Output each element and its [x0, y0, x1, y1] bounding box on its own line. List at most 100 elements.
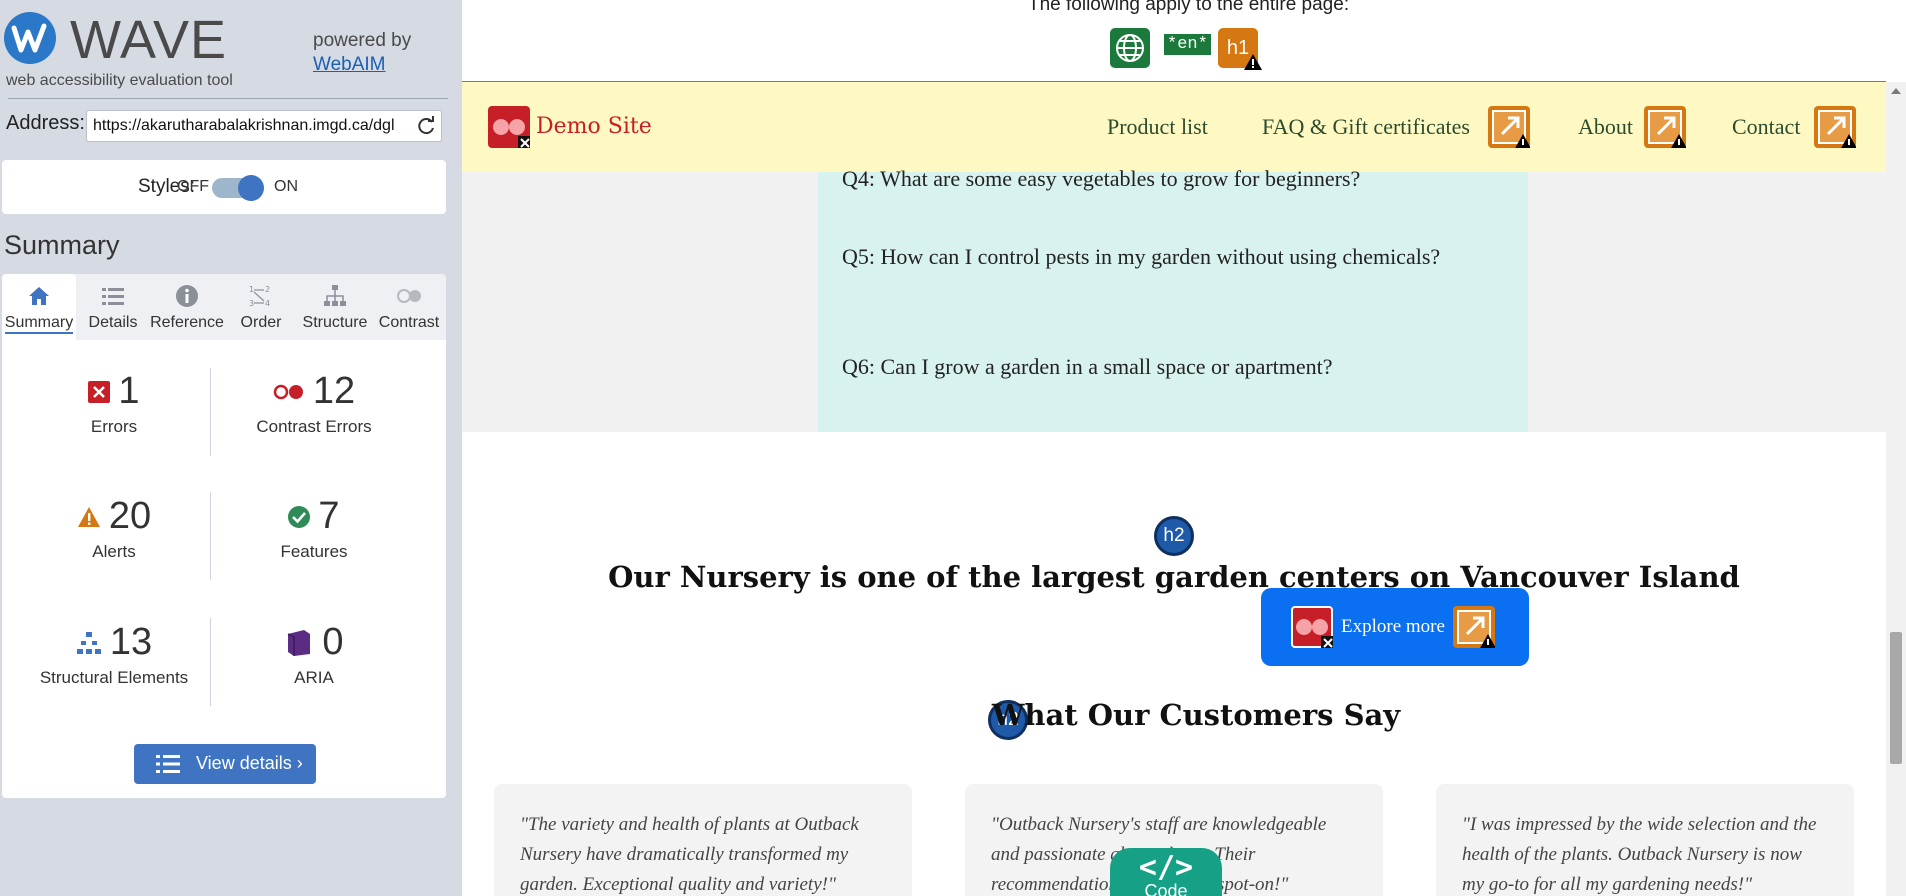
language-badge[interactable]: *en*	[1164, 34, 1211, 55]
language-globe-icon[interactable]	[1110, 28, 1150, 68]
code-label: Code	[1144, 881, 1188, 896]
explore-more-button[interactable]: Explore more	[1261, 588, 1529, 666]
faq-section: Q4: What are some easy vegetables to gro…	[462, 166, 1886, 432]
header-divider	[8, 98, 448, 99]
tab-contrast[interactable]: Contrast	[372, 274, 446, 340]
error-icon	[88, 380, 111, 403]
wave-logo-icon	[4, 12, 56, 64]
list-icon	[156, 755, 180, 773]
structural-count: 13	[109, 621, 153, 663]
styles-on-label: ON	[274, 178, 298, 195]
tab-reference[interactable]: Reference	[150, 274, 224, 340]
error-flag-icon[interactable]	[1291, 606, 1333, 648]
tab-label: Details	[88, 314, 138, 331]
explore-more-label: Explore more	[1341, 616, 1445, 637]
page-level-icons-strip: The following apply to the entire page: …	[462, 0, 1886, 82]
tab-structure[interactable]: Structure	[298, 274, 372, 340]
h1-alert-icon[interactable]: h1	[1218, 28, 1262, 70]
contrast-errors-count: 12	[312, 370, 356, 412]
nav-faq[interactable]: FAQ & Gift certificates	[1262, 114, 1470, 140]
styles-off-label: OFF	[177, 178, 209, 195]
h2-structure-icon[interactable]: h2	[1154, 516, 1194, 556]
feature-check-icon	[288, 505, 311, 528]
reload-icon[interactable]	[414, 114, 438, 138]
list-icon	[102, 288, 124, 305]
page-scrollbar[interactable]	[1886, 82, 1906, 896]
alerts-label: Alerts	[92, 542, 136, 561]
faq-question: Q5: How can I control pests in my garden…	[842, 244, 1441, 269]
nursery-heading: Our Nursery is one of the largest garden…	[608, 560, 1740, 594]
external-link-alert-icon[interactable]	[1453, 606, 1497, 650]
customers-heading: What Our Customers Say	[991, 698, 1401, 732]
svg-text:1: 1	[249, 285, 254, 294]
address-label: Address:	[6, 112, 85, 134]
summary-panel: 1 Errors 12 Contrast Errors 20 Alerts 7 …	[2, 340, 446, 798]
tab-summary[interactable]: Summary	[2, 274, 76, 340]
tab-label: Reference	[150, 314, 224, 331]
contrast-errors-label: Contrast Errors	[256, 417, 372, 436]
styles-toggle-switch[interactable]	[212, 175, 264, 201]
svg-text:3: 3	[249, 299, 254, 308]
site-name-link[interactable]: Demo Site	[536, 114, 652, 139]
view-details-label: View details ›	[196, 753, 303, 773]
aria-stat[interactable]: 0 ARIA	[214, 621, 414, 688]
structural-icon	[76, 631, 101, 654]
tab-label: Structure	[302, 314, 368, 331]
aria-count: 0	[322, 621, 344, 663]
code-toggle-button[interactable]: </> Code	[1110, 848, 1222, 896]
info-icon	[176, 285, 198, 307]
code-icon: </>	[1138, 850, 1194, 885]
wave-tagline: web accessibility evaluation tool	[6, 72, 233, 89]
nav-contact[interactable]: Contact	[1732, 114, 1800, 140]
nav-product-list[interactable]: Product list	[1107, 114, 1208, 140]
view-details-button[interactable]: View details ›	[134, 744, 316, 784]
errors-count: 1	[118, 370, 140, 412]
wave-title: WAVE	[70, 10, 228, 70]
wave-header: WAVE web accessibility evaluation tool p…	[0, 0, 462, 99]
contrast-error-icon	[273, 384, 303, 399]
site-navigation: Demo Site Product list FAQ & Gift certif…	[462, 82, 1886, 172]
tab-order[interactable]: 1 2 3 4 Order	[224, 274, 298, 340]
aria-label: ARIA	[294, 668, 334, 687]
tab-label: Contrast	[378, 314, 440, 331]
address-input[interactable]: https://akarutharabalakrishnan.imgd.ca/d…	[86, 110, 442, 142]
error-flag-icon[interactable]	[488, 106, 532, 150]
faq-box: Q4: What are some easy vegetables to gro…	[818, 166, 1528, 432]
external-link-alert-icon[interactable]	[1488, 106, 1532, 150]
svg-text:2: 2	[265, 285, 270, 294]
webaim-link[interactable]: WebAIM	[313, 54, 386, 76]
contrast-errors-stat[interactable]: 12 Contrast Errors	[214, 370, 414, 437]
errors-label: Errors	[90, 417, 138, 436]
page-applies-text: The following apply to the entire page:	[1028, 0, 1350, 15]
svg-text:4: 4	[265, 299, 270, 308]
testimonial-text: "The variety and health of plants at Out…	[520, 814, 859, 895]
faq-question: Q6: Can I grow a garden in a small space…	[842, 354, 1333, 379]
contrast-icon	[397, 289, 421, 303]
testimonial-card: "The variety and health of plants at Out…	[494, 784, 912, 896]
evaluated-page: The following apply to the entire page: …	[462, 0, 1906, 896]
external-link-alert-icon[interactable]	[1644, 106, 1688, 150]
scroll-up-arrow-icon[interactable]	[1891, 88, 1901, 94]
wave-tabbar: Summary Details Reference 1 2 3 4 Order Str…	[2, 274, 446, 340]
nav-about[interactable]: About	[1578, 114, 1633, 140]
structure-icon	[324, 285, 346, 306]
structural-stat[interactable]: 13 Structural Elements	[14, 621, 214, 688]
external-link-alert-icon[interactable]	[1814, 106, 1858, 150]
alerts-count: 20	[108, 495, 152, 537]
features-count: 7	[318, 495, 340, 537]
styles-toggle-panel: Styles: OFF ON	[2, 160, 446, 214]
tab-label: Summary	[4, 314, 74, 334]
alert-icon	[77, 506, 100, 527]
errors-stat[interactable]: 1 Errors	[14, 370, 214, 437]
aria-icon	[288, 629, 311, 656]
faq-question: Q4: What are some easy vegetables to gro…	[842, 166, 1361, 191]
features-stat[interactable]: 7 Features	[214, 495, 414, 562]
tab-details[interactable]: Details	[76, 274, 150, 340]
order-icon: 1 2 3 4	[249, 285, 270, 308]
structural-label: Structural Elements	[39, 668, 189, 687]
scrollbar-thumb[interactable]	[1890, 632, 1902, 764]
features-label: Features	[280, 542, 348, 561]
home-icon	[29, 287, 49, 305]
styles-toggle-knob	[238, 175, 264, 201]
alerts-stat[interactable]: 20 Alerts	[14, 495, 214, 562]
